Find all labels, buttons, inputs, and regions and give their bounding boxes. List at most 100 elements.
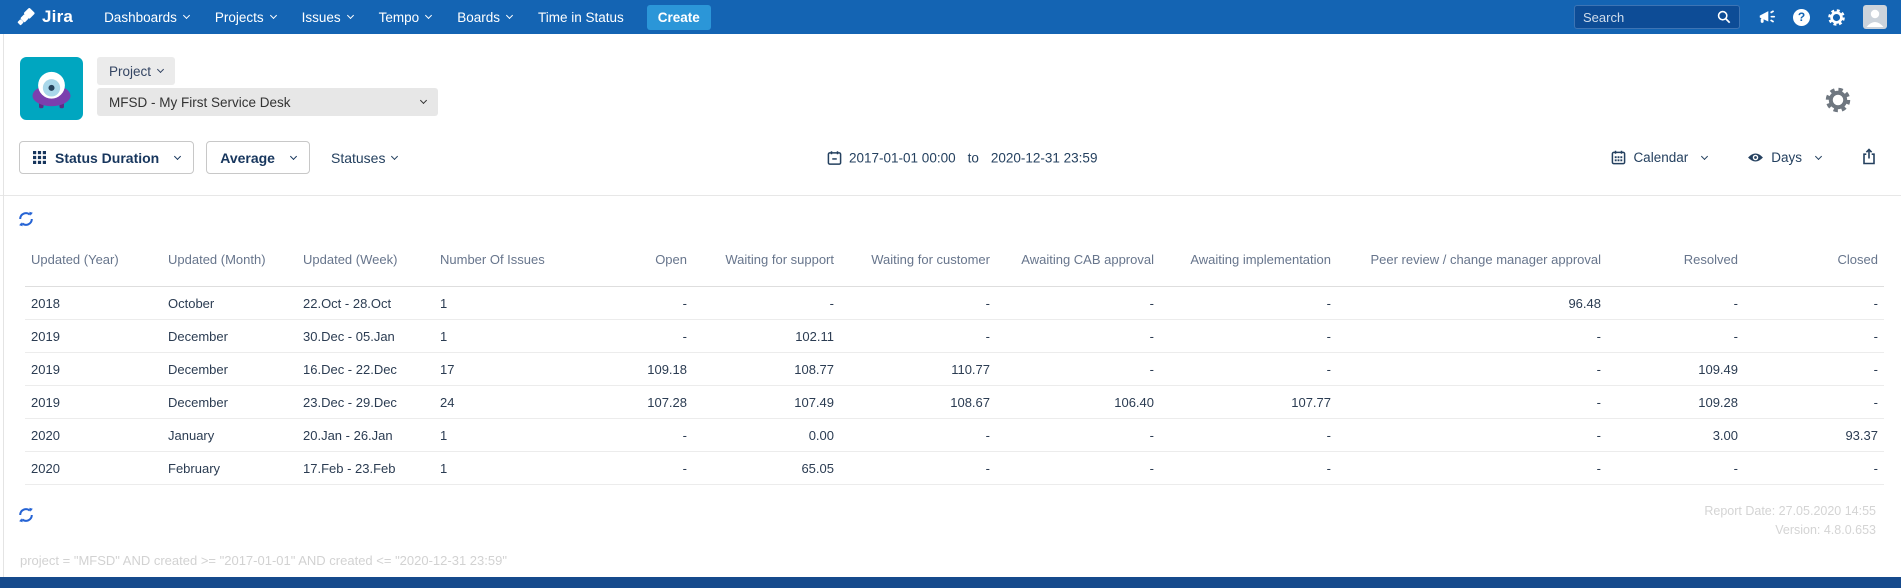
gear-icon: [1825, 87, 1851, 113]
calendar-grid-icon: [1612, 150, 1626, 165]
statuses-dropdown[interactable]: Statuses: [331, 150, 399, 166]
table-row: 2018 October 22.Oct - 28.Oct 1- - - - -96.48- -: [25, 286, 1884, 320]
table-cell: 102.11: [693, 319, 840, 353]
create-button[interactable]: Create: [646, 4, 711, 30]
top-navbar: Jira Dashboards Projects Issues Tempo Boards…: [0, 0, 1901, 34]
table-body: 2018 October 22.Oct - 28.Oct 1- - - - -96.48- -2…: [25, 286, 1884, 485]
megaphone-icon: [1759, 10, 1776, 23]
column-header: Closed: [1744, 246, 1884, 287]
table-cell: 2019: [25, 352, 162, 386]
table-cell: 106.40: [996, 385, 1160, 419]
report-meta: Report Date: 27.05.2020 14:55 Version: 4…: [1704, 502, 1876, 540]
table-cell: 20.Jan - 26.Jan: [297, 418, 434, 452]
table-cell: January: [162, 418, 297, 452]
table-cell: -: [555, 319, 693, 353]
table-cell: 110.77: [840, 352, 996, 386]
nav-item-tempo[interactable]: Tempo: [366, 0, 445, 34]
search-icon: [1717, 10, 1731, 24]
search-input[interactable]: [1583, 9, 1717, 25]
report-version: Version: 4.8.0.653: [1775, 523, 1876, 537]
table-cell: 30.Dec - 05.Jan: [297, 319, 434, 353]
table-cell: 109.18: [555, 352, 693, 386]
table-cell: -: [840, 418, 996, 452]
table-cell: -: [996, 418, 1160, 452]
toolbar-right-group: Calendar Days: [1611, 147, 1877, 168]
navbar-search[interactable]: [1574, 5, 1740, 29]
table-cell: 2018: [25, 286, 162, 320]
nav-item-label: Tempo: [378, 9, 420, 25]
gear-icon: [1828, 8, 1845, 26]
user-avatar[interactable]: [1863, 5, 1887, 29]
table-cell: -: [555, 286, 693, 320]
time-unit-dropdown[interactable]: Days: [1747, 150, 1823, 165]
table-cell: 3.00: [1607, 418, 1744, 452]
table-cell: 17.Feb - 23.Feb: [297, 451, 434, 485]
chevron-down-icon: [505, 11, 514, 20]
announcements-button[interactable]: [1757, 8, 1776, 26]
table-cell: February: [162, 451, 297, 485]
metric-label: Average: [220, 149, 275, 166]
bottom-bar: [0, 577, 1901, 588]
project-select[interactable]: MFSD - My First Service Desk: [97, 88, 438, 116]
table-cell: 109.28: [1607, 385, 1744, 419]
table-refresh-row: [18, 211, 1901, 232]
nav-item-label: Issues: [301, 9, 341, 25]
help-button[interactable]: ?: [1793, 8, 1810, 26]
chevron-down-icon: [419, 96, 428, 105]
project-type-dropdown[interactable]: Project: [97, 57, 176, 85]
calendar-type-dropdown[interactable]: Calendar: [1611, 150, 1709, 165]
admin-settings-button[interactable]: [1827, 8, 1846, 27]
table-cell: 107.49: [693, 385, 840, 419]
jira-logo[interactable]: Jira: [16, 7, 73, 28]
table-cell: 1: [434, 286, 555, 320]
table-cell: -: [1744, 352, 1884, 386]
nav-item-boards[interactable]: Boards: [444, 0, 525, 34]
table-cell: 107.28: [555, 385, 693, 419]
refresh-button[interactable]: [18, 507, 34, 526]
chevron-down-icon: [182, 11, 190, 20]
table-cell: 23.Dec - 29.Dec: [297, 385, 434, 419]
date-range-picker[interactable]: 2017-01-01 00:00 to 2020-12-31 23:59: [827, 150, 1097, 165]
table-cell: 1: [434, 319, 555, 353]
metric-button[interactable]: Average: [206, 141, 310, 174]
nav-item-time-in-status[interactable]: Time in Status: [525, 0, 637, 34]
table-cell: -: [1160, 418, 1337, 452]
column-header: Open: [555, 246, 693, 287]
jira-logo-text: Jira: [42, 7, 74, 26]
table-row: 2020 February 17.Feb - 23.Feb 1-65.05- - - - - -: [25, 451, 1884, 485]
navbar-menu: Dashboards Projects Issues Tempo Boards Time …: [91, 0, 637, 34]
refresh-button[interactable]: [18, 211, 34, 230]
table-cell: -: [1607, 451, 1744, 485]
navbar-icons: ?: [1757, 5, 1887, 29]
column-header: Peer review / change manager approval: [1337, 246, 1607, 287]
project-avatar: [20, 57, 83, 120]
table-cell: -: [1160, 286, 1337, 320]
table-cell: -: [555, 418, 693, 452]
question-mark-icon: ?: [1793, 8, 1810, 26]
table-row: 2020 January 20.Jan - 26.Jan 1-0.00- - - -3.00…: [25, 418, 1884, 452]
table-row: 2019 December 30.Dec - 05.Jan 1-102.11- - - - -…: [25, 319, 1884, 353]
nav-item-dashboards[interactable]: Dashboards: [91, 0, 202, 34]
chevron-down-icon: [1701, 152, 1709, 160]
column-header: Updated (Year): [25, 246, 162, 287]
table-cell: December: [162, 385, 297, 419]
export-button[interactable]: [1861, 147, 1877, 168]
table-cell: -: [1337, 451, 1607, 485]
jira-logo-icon: [17, 7, 35, 25]
report-header-section: Project MFSD - My First Service Desk Sta…: [0, 34, 1901, 196]
table-cell: 107.77: [1160, 385, 1337, 419]
project-type-label: Project: [109, 63, 152, 79]
table-cell: -: [1160, 352, 1337, 386]
table-cell: 2019: [25, 385, 162, 419]
table-cell: 17: [434, 352, 555, 386]
nav-item-issues[interactable]: Issues: [289, 0, 366, 34]
table-cell: 2020: [25, 451, 162, 485]
table-cell: 2019: [25, 319, 162, 353]
table-cell: -: [1337, 385, 1607, 419]
nav-item-projects[interactable]: Projects: [202, 0, 289, 34]
report-settings-button[interactable]: [1824, 86, 1852, 117]
chevron-down-icon: [269, 11, 277, 20]
table-cell: -: [996, 352, 1160, 386]
chevron-down-icon: [1814, 152, 1823, 160]
report-type-button[interactable]: Status Duration: [19, 141, 195, 174]
